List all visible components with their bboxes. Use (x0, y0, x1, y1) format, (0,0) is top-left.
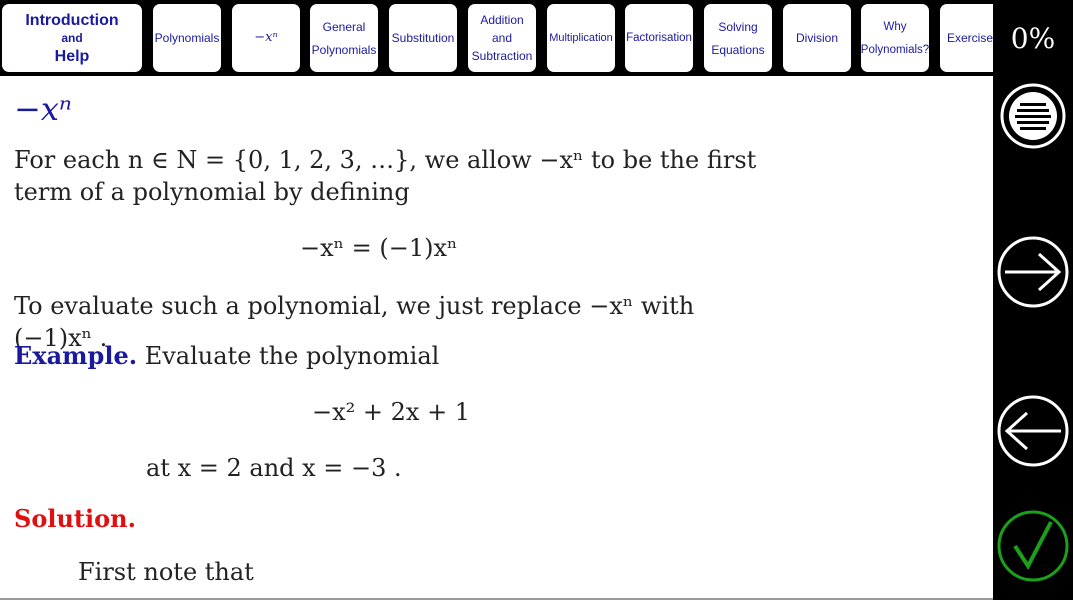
tab-exercises-label: Exercises (947, 31, 993, 45)
tab-addition-and-subtraction[interactable]: Addition and Subtraction (468, 4, 536, 72)
previous-page-button[interactable] (993, 391, 1073, 471)
tab-general-line2: Polynomials (311, 42, 377, 57)
tab-factorisation-label: Factorisation (626, 32, 692, 44)
tab-substitution[interactable]: Substitution (389, 4, 457, 72)
definition-equation: −xⁿ = (−1)xⁿ (300, 234, 458, 262)
example-paragraph: Example. Evaluate the polynomial (14, 340, 774, 372)
tab-addition-line2: and (491, 31, 513, 45)
tab-general-polynomials[interactable]: General Polynomials (310, 4, 378, 72)
tab-general-line1: General (322, 19, 366, 34)
tab-polynomials[interactable]: Polynomials (153, 4, 221, 72)
arrow-left-icon (997, 395, 1069, 467)
arrow-right-icon (997, 236, 1069, 308)
tab-minus-x-n-label: −xⁿ (254, 30, 278, 45)
tab-solving-line1: Solving (718, 19, 758, 34)
polynomial-expression: −x² + 2x + 1 (312, 398, 471, 426)
solution-heading: Solution. (14, 504, 136, 533)
tab-solving-equations[interactable]: Solving Equations (704, 4, 772, 72)
checkmark-icon (997, 510, 1069, 582)
tab-substitution-label: Substitution (391, 31, 455, 45)
tab-why-polynomials[interactable]: Why Polynomials? (861, 4, 929, 72)
evaluation-points: at x = 2 and x = −3 . (146, 454, 402, 482)
solution-label: Solution. (14, 504, 136, 533)
tab-why-line1: Why (883, 20, 907, 33)
tab-multiplication[interactable]: Multiplication (547, 4, 615, 72)
example-label: Example. (14, 341, 138, 370)
tab-minus-x-n[interactable]: −xⁿ (232, 4, 300, 72)
tab-introduction-and-help[interactable]: Introduction and Help (2, 4, 142, 72)
menu-button[interactable] (993, 76, 1073, 156)
tab-division-label: Division (795, 31, 838, 45)
tab-intro-line3: Help (54, 47, 90, 65)
first-note-text: First note that (78, 558, 254, 586)
page-title: −xⁿ (14, 90, 72, 128)
intro-line-2: term of a polynomial by defining (14, 178, 410, 206)
progress-indicator: 0% (1010, 21, 1056, 55)
lesson-content: −xⁿ For each n ∈ N = {0, 1, 2, 3, …}, we… (0, 76, 993, 598)
menu-icon (1000, 83, 1066, 149)
tab-division[interactable]: Division (783, 4, 851, 72)
tab-intro-line2: and (61, 30, 83, 45)
tab-intro-line1: Introduction (25, 11, 119, 29)
top-navigation: Introduction and Help Polynomials −xⁿ Ge… (0, 0, 993, 76)
sidebar (993, 76, 1073, 600)
intro-paragraph: For each n ∈ N = {0, 1, 2, 3, …}, we all… (14, 144, 774, 208)
tab-polynomials-label: Polynomials (154, 31, 220, 45)
tab-multiplication-label: Multiplication (549, 32, 613, 44)
tab-addition-line3: Subtraction (471, 49, 533, 63)
tab-solving-line2: Equations (711, 42, 765, 57)
example-text: Evaluate the polynomial (144, 342, 440, 370)
tab-why-line2: Polynomials? (861, 43, 929, 56)
next-page-button[interactable] (993, 232, 1073, 312)
intro-line-1: For each n ∈ N = {0, 1, 2, 3, …}, we all… (14, 146, 757, 174)
tab-addition-line1: Addition (480, 13, 524, 27)
tab-factorisation[interactable]: Factorisation (625, 4, 693, 72)
check-answer-button[interactable] (993, 506, 1073, 586)
tab-exercises[interactable]: Exercises (940, 4, 993, 72)
